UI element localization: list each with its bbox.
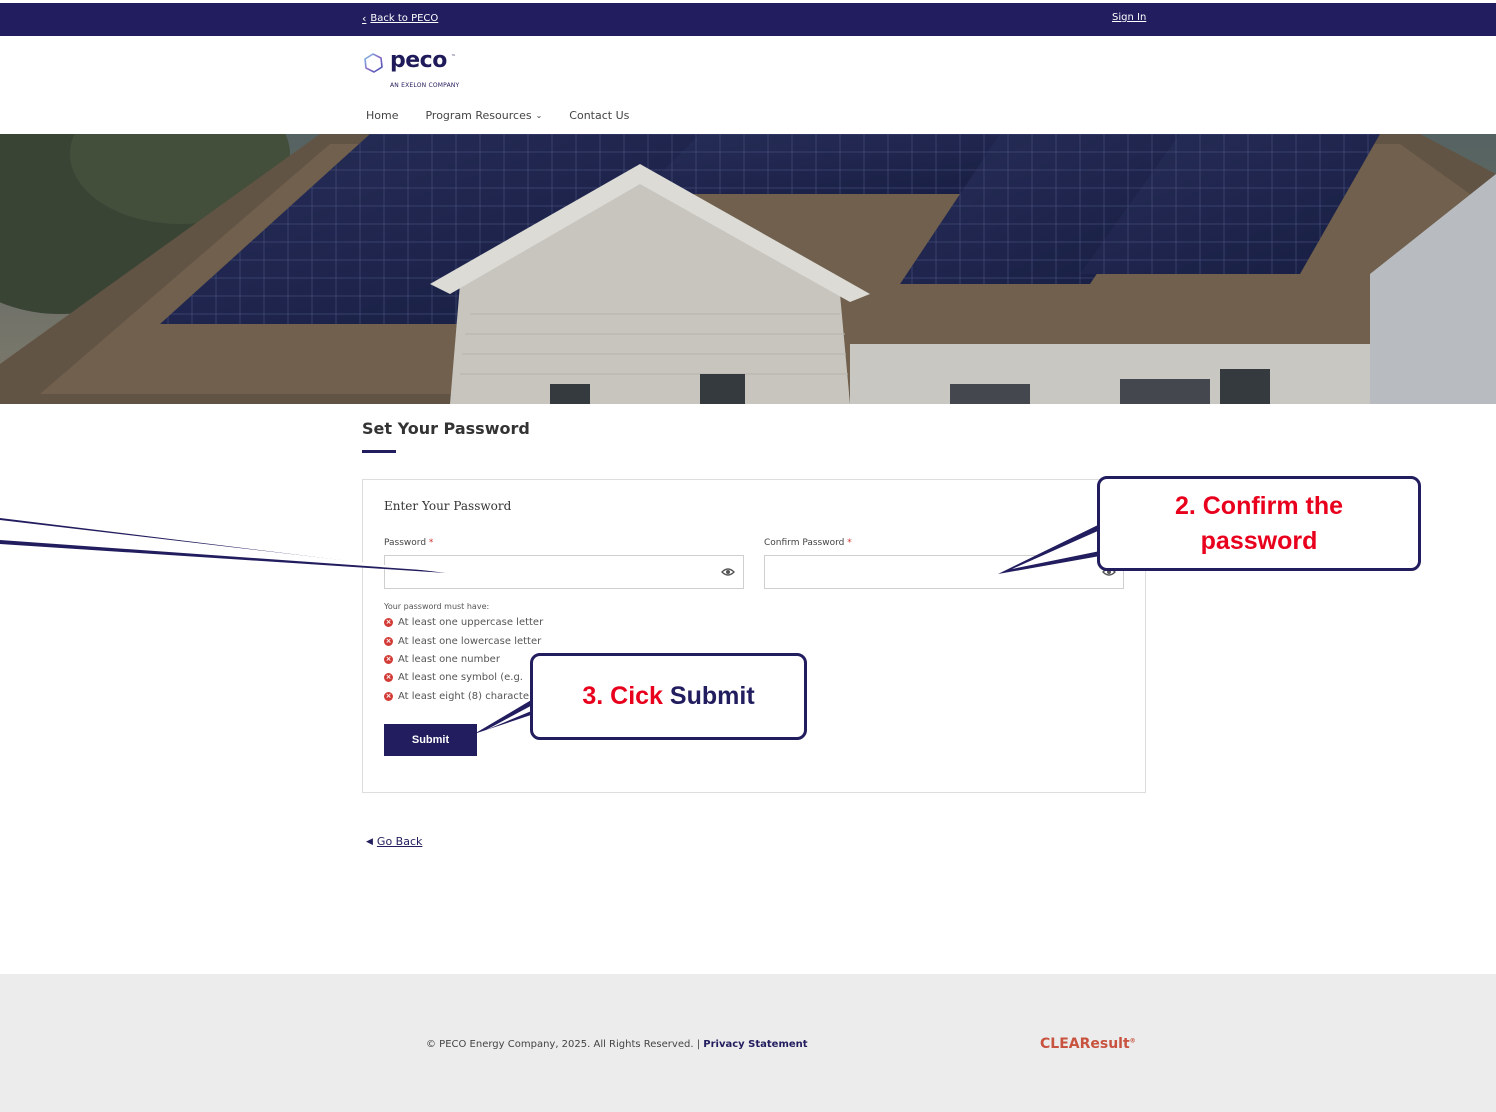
peco-ring-icon [364,53,383,73]
password-rule: × At least one lowercase letter [384,636,541,647]
form-heading: Enter Your Password [384,499,512,513]
nav-home[interactable]: Home [366,109,398,122]
hero-solar-roof-image [0,134,1496,404]
submit-button[interactable]: Submit [384,724,477,756]
password-rule: × At least one uppercase letter [384,617,543,628]
password-input[interactable] [384,555,744,589]
error-x-icon: × [384,618,393,627]
go-back-label: Go Back [376,835,423,848]
confirm-password-input[interactable] [764,555,1124,589]
step2-line1: 2. Confirm the [1174,491,1344,520]
step3-prefix: 3. Cick [582,682,663,710]
password-rule: × At least one number [384,654,500,665]
clearresult-logo: CLEAResult® [1040,1036,1136,1052]
footer-separator: | [696,1039,701,1050]
title-underline [362,450,396,453]
step2-callout: 2. Confirm the password [1097,476,1421,571]
brand-trademark: ™ [451,54,456,60]
confirm-password-label-text: Confirm Password [764,538,845,548]
privacy-statement-link[interactable]: Privacy Statement [703,1039,807,1050]
password-rule-text: At least one symbol (e.g. [398,672,523,683]
confirm-password-label: Confirm Password * [764,538,852,548]
page-title: Set Your Password [362,419,530,438]
error-x-icon: × [384,655,393,664]
registered-mark: ® [1129,1037,1136,1045]
password-rule-text: At least eight (8) characte [398,691,529,702]
chevron-down-icon: ⌄ [535,111,543,120]
nav-contact-us[interactable]: Contact Us [569,109,629,122]
chevron-left-icon: ‹ [362,12,367,25]
peco-logo[interactable]: peco ™ AN EXELON COMPANY [362,48,502,92]
password-label: Password * [384,538,433,548]
step3-word: Submit [669,682,755,710]
brand-tagline: AN EXELON COMPANY [390,82,460,89]
error-x-icon: × [384,692,393,701]
step2-line2: password [1200,526,1318,555]
password-rules-heading: Your password must have: [384,602,490,611]
top-utility-bar: ‹ Back to PECO Sign In [0,0,1496,36]
password-label-text: Password [384,538,427,548]
main-nav: Home Program Resources ⌄ Contact Us [366,109,629,122]
copyright-text: © PECO Energy Company, 2025. All Rights … [426,1039,808,1050]
nav-program-resources-label: Program Resources [425,109,532,122]
error-x-icon: × [384,637,393,646]
nav-program-resources[interactable]: Program Resources ⌄ [425,109,542,122]
required-marker: * [847,538,852,548]
clearresult-wordmark: CLEAResult [1040,1036,1130,1052]
password-rule-text: At least one number [398,654,500,665]
password-rule: × At least eight (8) characte [384,691,529,702]
password-rule-text: At least one lowercase letter [398,636,542,647]
show-password-eye-icon[interactable] [721,567,735,577]
back-to-peco-label: Back to PECO [370,13,439,24]
back-to-peco-link[interactable]: ‹ Back to PECO [362,12,438,25]
error-x-icon: × [384,673,393,682]
triangle-left-icon: ◀ [366,836,373,847]
password-rule-text: At least one uppercase letter [398,617,544,628]
sign-in-link[interactable]: Sign In [1112,12,1146,23]
required-marker: * [428,538,434,548]
brand-name: peco [390,48,447,73]
step3-callout: 3. Cick Submit [530,653,807,740]
copyright-label: © PECO Energy Company, 2025. All Rights … [426,1039,694,1050]
go-back-link[interactable]: ◀ Go Back [366,835,422,848]
password-rule: × At least one symbol (e.g. [384,672,523,683]
step2-callout-text: 2. Confirm the password [1175,489,1343,559]
